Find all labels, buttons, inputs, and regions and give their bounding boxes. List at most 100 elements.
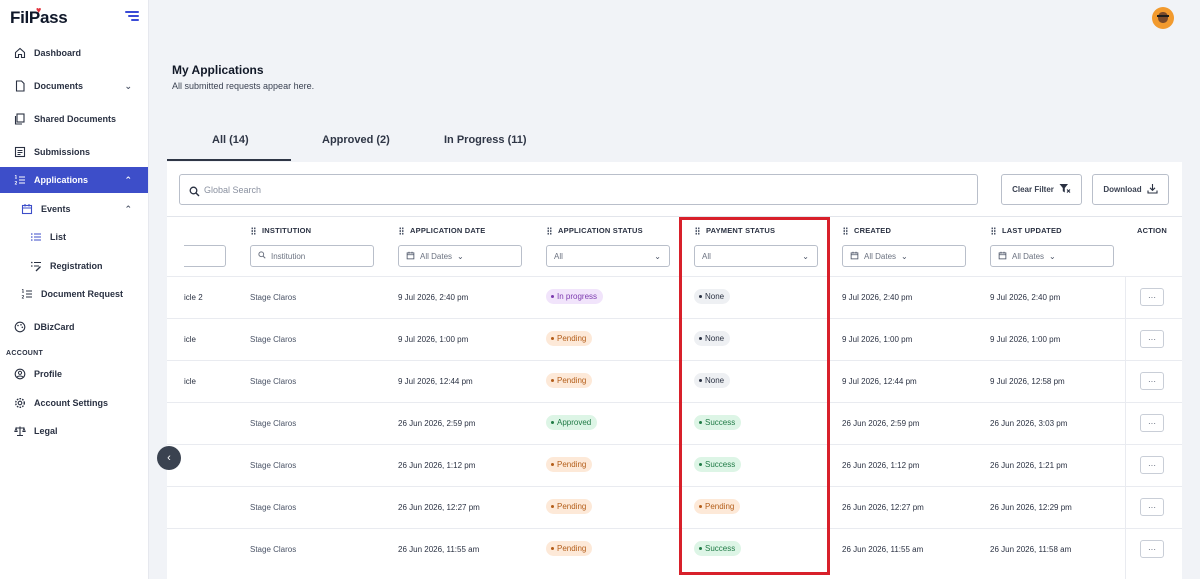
application-status-badge: Pending <box>546 331 593 346</box>
sidebar-item-applications[interactable]: 12 Applications ⌃ <box>0 167 148 193</box>
sidebar-item-account-settings[interactable]: Account Settings <box>0 390 148 416</box>
sidebar-item-label: Dashboard <box>34 48 82 58</box>
cell-last-updated: 26 Jun 2026, 11:58 am <box>990 545 1072 554</box>
column-label: LAST UPDATED <box>1002 226 1062 235</box>
badge-label: In progress <box>557 292 598 301</box>
download-icon <box>1147 183 1158 196</box>
sidebar-item-submissions[interactable]: Submissions <box>0 139 148 165</box>
filter-value: All <box>554 251 563 261</box>
collapse-sidebar-button[interactable]: ‹ <box>157 446 181 470</box>
sidebar-item-document-request[interactable]: 12 Document Request <box>0 281 148 307</box>
calendar-icon <box>20 203 33 216</box>
column-header-last-updated[interactable]: LAST UPDATED <box>991 226 1062 235</box>
column-header-action: ACTION <box>1137 226 1167 235</box>
calendar-icon <box>850 251 859 262</box>
drag-handle-icon[interactable] <box>843 226 848 235</box>
list-icon <box>29 231 42 244</box>
created-filter[interactable]: All Dates ⌄ <box>842 245 966 267</box>
sidebar-item-list[interactable]: List <box>0 224 148 250</box>
tab-all[interactable]: All (14) <box>212 134 249 146</box>
application-status-badge: Pending <box>546 457 593 472</box>
filter-clear-icon <box>1059 183 1071 196</box>
status-dot <box>551 547 554 550</box>
cell-created: 9 Jul 2026, 1:00 pm <box>842 335 913 344</box>
column-header-application-date[interactable]: APPLICATION DATE <box>399 226 485 235</box>
application-status-filter[interactable]: All ⌄ <box>546 245 670 267</box>
drag-handle-icon[interactable] <box>547 226 552 235</box>
institution-filter-input[interactable]: Institution <box>250 245 374 267</box>
download-label: Download <box>1103 185 1142 194</box>
column-header-application-status[interactable]: APPLICATION STATUS <box>547 226 643 235</box>
column-label: CREATED <box>854 226 892 235</box>
home-icon <box>13 47 26 60</box>
cell-application-date: 9 Jul 2026, 12:44 pm <box>398 377 473 386</box>
filter-placeholder: Institution <box>271 251 306 261</box>
sidebar-item-label: Shared Documents <box>34 114 117 124</box>
chevron-up-icon: ⌃ <box>124 203 132 214</box>
avatar[interactable] <box>1152 7 1174 29</box>
sidebar-item-dbizcard[interactable]: DBizCard <box>0 314 148 340</box>
sidebar-item-profile[interactable]: Profile <box>0 361 148 387</box>
column-label: APPLICATION DATE <box>410 226 486 235</box>
cell-last-updated: 9 Jul 2026, 1:00 pm <box>990 335 1061 344</box>
row-actions-button[interactable]: ··· <box>1140 372 1164 390</box>
cell-last-updated: 26 Jun 2026, 1:21 pm <box>990 461 1068 470</box>
cell-name: icle <box>184 335 197 344</box>
sidebar-item-dashboard[interactable]: Dashboard <box>0 40 148 66</box>
column-header-created[interactable]: CREATED <box>843 226 891 235</box>
document-icon <box>13 80 26 93</box>
tab-approved[interactable]: Approved (2) <box>322 134 390 146</box>
cell-last-updated: 9 Jul 2026, 12:58 pm <box>990 377 1065 386</box>
row-actions-button[interactable]: ··· <box>1140 498 1164 516</box>
column-header-institution[interactable]: INSTITUTION <box>251 226 311 235</box>
row-actions-button[interactable]: ··· <box>1140 456 1164 474</box>
cell-created: 9 Jul 2026, 12:44 pm <box>842 377 917 386</box>
column-label: APPLICATION STATUS <box>558 226 643 235</box>
app-logo[interactable]: FilPass ♥ <box>10 5 68 28</box>
sidebar-item-events[interactable]: Events ⌃ <box>0 196 148 222</box>
tab-in-progress[interactable]: In Progress (11) <box>444 134 527 146</box>
column-label: ACTION <box>1137 226 1167 235</box>
avatar-face <box>1158 12 1168 23</box>
row-actions-button[interactable]: ··· <box>1140 330 1164 348</box>
status-dot <box>551 379 554 382</box>
row-actions-button[interactable]: ··· <box>1140 540 1164 558</box>
sidebar-item-label: Document Request <box>41 289 124 299</box>
row-actions-button[interactable]: ··· <box>1140 414 1164 432</box>
cell-application-date: 26 Jun 2026, 11:55 am <box>398 545 480 554</box>
registration-icon <box>29 260 42 273</box>
cell-application-date: 26 Jun 2026, 1:12 pm <box>398 461 476 470</box>
chevron-down-icon: ⌄ <box>1049 251 1056 261</box>
sidebar-item-documents[interactable]: Documents ⌄ <box>0 73 148 99</box>
application-date-filter[interactable]: All Dates ⌄ <box>398 245 522 267</box>
chevron-down-icon: ⌄ <box>654 252 661 261</box>
heart-icon: ♥ <box>36 5 42 15</box>
svg-text:2: 2 <box>21 295 24 300</box>
cell-institution: Stage Claros <box>250 293 297 302</box>
drag-handle-icon[interactable] <box>251 226 256 235</box>
row-actions-button[interactable]: ··· <box>1140 288 1164 306</box>
column-label: INSTITUTION <box>262 226 312 235</box>
download-button[interactable]: Download <box>1092 174 1169 205</box>
search-input[interactable]: Global Search <box>179 174 978 205</box>
drag-handle-icon[interactable] <box>991 226 996 235</box>
payment-status-highlight <box>679 217 830 575</box>
sidebar-item-registration[interactable]: Registration <box>0 253 148 279</box>
sidebar-item-label: Account Settings <box>34 398 109 408</box>
sidebar-item-label: Registration <box>50 261 103 271</box>
cell-last-updated: 26 Jun 2026, 12:29 pm <box>990 503 1072 512</box>
application-status-badge: In progress <box>546 289 604 304</box>
clear-filter-button[interactable]: Clear Filter <box>1001 174 1082 205</box>
sidebar-item-legal[interactable]: Legal <box>0 418 148 444</box>
drag-handle-icon[interactable] <box>399 226 404 235</box>
sidebar-item-shared-documents[interactable]: Shared Documents <box>0 106 148 132</box>
menu-toggle-icon[interactable] <box>125 11 139 23</box>
last-updated-filter[interactable]: All Dates ⌄ <box>990 245 1114 267</box>
chevron-down-icon: ⌄ <box>457 251 464 261</box>
sidebar-item-label: List <box>50 232 67 242</box>
application-status-badge: Pending <box>546 541 593 556</box>
name-filter-input[interactable] <box>184 245 226 267</box>
svg-text:2: 2 <box>14 181 17 186</box>
submissions-icon <box>13 146 26 159</box>
sidebar-item-label: Documents <box>34 81 84 91</box>
